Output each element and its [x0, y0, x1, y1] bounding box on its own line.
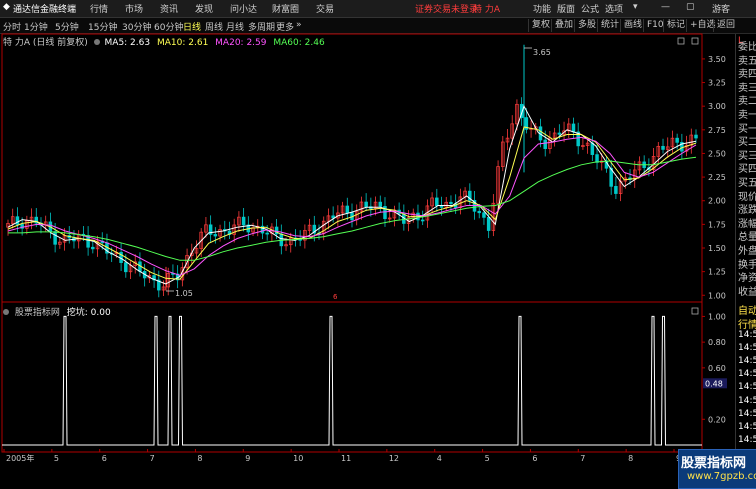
ind-y-tick-label: 0.20 [708, 415, 726, 424]
x-tick-label: 5 [485, 454, 490, 463]
side-time-6: 14:5 [738, 408, 756, 419]
x-tick-label: 7 [150, 454, 155, 463]
candle-body [124, 262, 128, 273]
candle-body [265, 232, 269, 235]
x-tick-label: 11 [341, 454, 351, 463]
ind-current-value: 0.48 [705, 379, 723, 388]
candle-body [378, 201, 383, 207]
candle-body [345, 205, 350, 214]
side-time-7: 14:5 [738, 422, 756, 432]
y-tick-label: 1.50 [708, 244, 726, 253]
indicator-line [2, 315, 702, 446]
candle-body [595, 154, 599, 163]
ind-y-tick-label: 0.80 [708, 338, 726, 347]
y-tick-label: 3.25 [708, 79, 726, 88]
chart-settings-icon[interactable] [677, 37, 685, 45]
y-tick-label: 2.50 [708, 149, 726, 158]
side-time-4: 14:5 [738, 382, 756, 393]
candle-body [213, 234, 218, 237]
side-time-5: 14:5 [738, 395, 756, 406]
high-price-label: 3.65 [533, 48, 551, 57]
indicator-maximize-icon[interactable] [691, 307, 699, 315]
side-time-8: 14:5 [738, 435, 756, 446]
chart-maximize-icon[interactable] [691, 37, 699, 45]
candle-body [364, 201, 368, 208]
candle-body [449, 201, 453, 205]
y-tick-label: 1.25 [708, 268, 726, 277]
low-price-label: 1.05 [175, 289, 193, 298]
mid-marker: 6 [333, 293, 338, 301]
side-time-3: 14:5 [738, 369, 756, 380]
candle-body [590, 142, 595, 155]
x-tick-label: 5 [54, 454, 59, 463]
candle-body [241, 216, 246, 226]
y-tick-label: 1.75 [708, 220, 726, 229]
x-tick-label: 6 [532, 454, 537, 463]
x-tick-label: 8 [197, 454, 202, 463]
x-tick-label: 7 [580, 454, 585, 463]
y-tick-label: 2.25 [708, 173, 726, 182]
side-label-18: 收益 [738, 286, 756, 298]
candle-body [675, 137, 679, 143]
x-tick-label: 6 [102, 454, 107, 463]
candle-body [482, 212, 486, 218]
ind-y-tick-label: 0.60 [708, 364, 726, 373]
quote-side-panel: L 委比 卖五 卖四 卖三 卖二 卖一 买一 买二 买三 买四 买五 现价 涨跌 涨幅 总量 外盘 换手 净资 收益… [735, 34, 756, 487]
candle-body [91, 246, 95, 250]
candle-body [53, 231, 57, 245]
x-tick-label: 4 [437, 454, 442, 463]
x-tick-label: 8 [628, 454, 633, 463]
candle-body [571, 123, 576, 133]
y-tick-label: 1.00 [708, 291, 726, 300]
candle-body [694, 134, 698, 139]
site-watermark: 股票指标网 www.7gpzb.com [678, 449, 756, 489]
ind-y-tick-label: 1.00 [708, 312, 726, 321]
x-tick-label: 12 [389, 454, 399, 463]
candle-body [420, 219, 425, 222]
candle-body [614, 185, 618, 194]
side-time-1: 14:5 [738, 342, 756, 353]
x-tick-label: 10 [293, 454, 303, 463]
y-tick-label: 3.00 [708, 102, 726, 111]
y-tick-label: 3.50 [708, 55, 726, 64]
candle-body [543, 139, 547, 149]
candle-body [477, 210, 481, 214]
y-tick-label: 2.75 [708, 126, 726, 135]
ma-line-ma5 [7, 104, 697, 285]
watermark-url: www.7gpzb.com [687, 471, 756, 482]
x-tick-label: 9 [245, 454, 250, 463]
kline-chart[interactable]: 3.50 3.25 3.00 2.75 2.50 2.25 2.00 1.75 1.50 1.25… [0, 0, 735, 487]
x-tick-label: 2005年 [6, 453, 34, 463]
candle-body [661, 145, 665, 150]
y-tick-label: 2.00 [708, 197, 726, 206]
candle-body [557, 132, 562, 135]
candle-body [435, 197, 439, 207]
candle-body [486, 217, 491, 231]
chart-control-icons[interactable] [677, 37, 699, 315]
candle-body [15, 216, 20, 225]
side-time-0: 14:5 [738, 329, 756, 340]
watermark-title: 股票指标网 [681, 456, 747, 471]
side-time-2: 14:5 [738, 356, 756, 366]
